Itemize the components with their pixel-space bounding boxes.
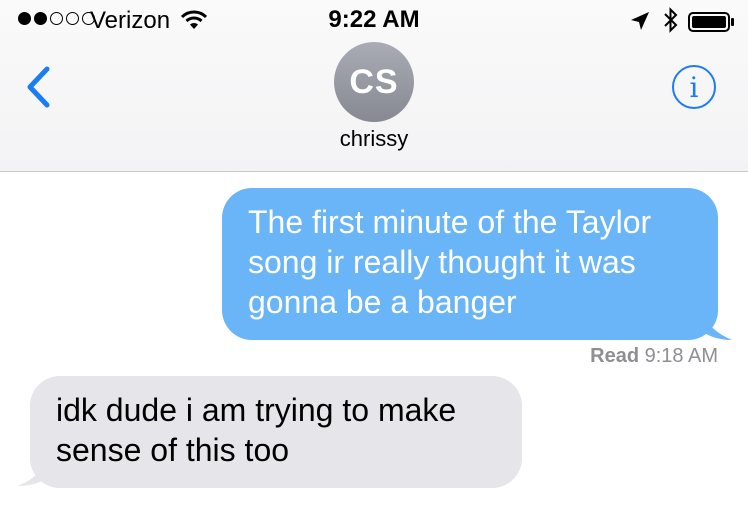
received-bubble-tail <box>18 458 50 486</box>
read-receipt-time: 9:18 AM <box>644 345 718 367</box>
bluetooth-icon <box>663 6 679 41</box>
chevron-left-icon <box>27 66 50 108</box>
read-receipt-label: Read <box>590 345 640 367</box>
read-receipt: Read 9:18 AM <box>590 345 718 368</box>
sent-message-bubble[interactable]: The first minute of the Taylor song ir r… <box>222 188 718 340</box>
info-icon: i <box>689 70 699 104</box>
info-button[interactable]: i <box>672 65 716 109</box>
conversation-header: Verizon 9:22 AM CS chrissy i <box>0 0 748 172</box>
sent-bubble-tail <box>700 312 732 340</box>
location-arrow-icon <box>630 10 650 38</box>
contact-name[interactable]: chrissy <box>0 126 748 152</box>
contact-avatar[interactable]: CS <box>334 42 414 122</box>
back-button[interactable] <box>18 62 58 112</box>
received-message-bubble[interactable]: idk dude i am trying to make sense of th… <box>30 376 522 488</box>
contact-initials: CS <box>349 62 399 101</box>
status-bar: Verizon 9:22 AM <box>0 0 748 40</box>
battery-icon <box>688 11 736 39</box>
